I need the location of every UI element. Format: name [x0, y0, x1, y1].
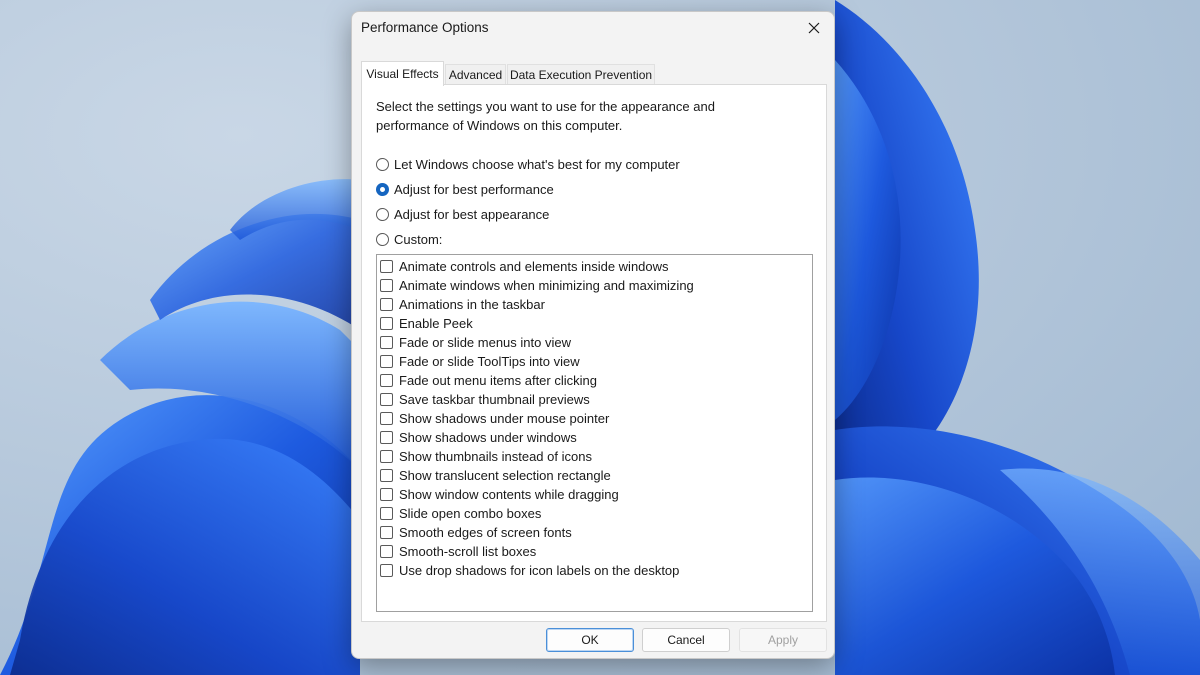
- close-button[interactable]: [798, 14, 830, 42]
- effect-smooth-fonts[interactable]: Smooth edges of screen fonts: [380, 523, 572, 542]
- effect-fade-menus[interactable]: Fade or slide menus into view: [380, 333, 571, 352]
- checkbox[interactable]: [380, 374, 393, 387]
- effect-window-shadows[interactable]: Show shadows under windows: [380, 428, 577, 447]
- tab-label: Data Execution Prevention: [509, 68, 653, 82]
- radio-label: Custom:: [394, 231, 443, 247]
- effect-label: Animations in the taskbar: [399, 297, 545, 312]
- checkbox[interactable]: [380, 260, 393, 273]
- description-line-1: Select the settings you want to use for …: [376, 99, 715, 114]
- checkbox[interactable]: [380, 279, 393, 292]
- effect-enable-peek[interactable]: Enable Peek: [380, 314, 473, 333]
- tab-data-execution-prevention[interactable]: Data Execution Prevention: [507, 64, 655, 85]
- checkbox[interactable]: [380, 564, 393, 577]
- checkbox[interactable]: [380, 393, 393, 406]
- effect-label: Save taskbar thumbnail previews: [399, 392, 590, 407]
- effect-label: Fade or slide ToolTips into view: [399, 354, 580, 369]
- radio-button[interactable]: [376, 157, 389, 171]
- effect-translucent-selection[interactable]: Show translucent selection rectangle: [380, 466, 611, 485]
- checkbox[interactable]: [380, 450, 393, 463]
- checkbox[interactable]: [380, 545, 393, 558]
- radio-label: Adjust for best appearance: [394, 206, 550, 222]
- description: Select the settings you want to use for …: [376, 97, 776, 135]
- effect-label: Smooth-scroll list boxes: [399, 544, 537, 559]
- visual-effects-list[interactable]: Animate controls and elements inside win…: [376, 254, 813, 612]
- title-bar[interactable]: Performance Options: [352, 12, 834, 46]
- effect-label: Fade out menu items after clicking: [399, 373, 597, 388]
- checkbox[interactable]: [380, 507, 393, 520]
- radio-button-selected[interactable]: [376, 182, 389, 196]
- window-title: Performance Options: [361, 20, 489, 35]
- ok-button[interactable]: OK: [546, 628, 634, 652]
- checkbox[interactable]: [380, 469, 393, 482]
- description-line-2: performance of Windows on this computer.: [376, 118, 623, 133]
- performance-options-dialog: Performance Options Visual Effects Advan…: [351, 11, 835, 659]
- effect-label: Animate controls and elements inside win…: [399, 259, 669, 274]
- effect-label: Show thumbnails instead of icons: [399, 449, 592, 464]
- effect-label: Show window contents while dragging: [399, 487, 619, 502]
- checkbox[interactable]: [380, 298, 393, 311]
- effect-animate-controls[interactable]: Animate controls and elements inside win…: [380, 257, 669, 276]
- effect-label: Animate windows when minimizing and maxi…: [399, 278, 694, 293]
- effect-fade-menu-items[interactable]: Fade out menu items after clicking: [380, 371, 597, 390]
- checkbox[interactable]: [380, 355, 393, 368]
- effect-label: Show translucent selection rectangle: [399, 468, 611, 483]
- effect-label: Fade or slide menus into view: [399, 335, 571, 350]
- effect-slide-combo-boxes[interactable]: Slide open combo boxes: [380, 504, 541, 523]
- effect-taskbar-thumbnails[interactable]: Save taskbar thumbnail previews: [380, 390, 590, 409]
- effect-icon-label-shadows[interactable]: Use drop shadows for icon labels on the …: [380, 561, 679, 580]
- radio-let-windows-choose[interactable]: Let Windows choose what's best for my co…: [376, 154, 680, 174]
- tab-visual-effects[interactable]: Visual Effects: [361, 61, 444, 86]
- effect-label: Enable Peek: [399, 316, 473, 331]
- tab-label: Advanced: [448, 68, 503, 82]
- visual-effects-panel: Select the settings you want to use for …: [361, 84, 827, 622]
- effect-animate-windows[interactable]: Animate windows when minimizing and maxi…: [380, 276, 694, 295]
- checkbox[interactable]: [380, 526, 393, 539]
- effect-label: Slide open combo boxes: [399, 506, 542, 521]
- radio-custom[interactable]: Custom:: [376, 229, 442, 249]
- radio-label: Let Windows choose what's best for my co…: [394, 156, 680, 172]
- effect-taskbar-animations[interactable]: Animations in the taskbar: [380, 295, 545, 314]
- radio-button[interactable]: [376, 207, 389, 221]
- tab-advanced[interactable]: Advanced: [445, 64, 506, 85]
- effect-fade-tooltips[interactable]: Fade or slide ToolTips into view: [380, 352, 580, 371]
- radio-label: Adjust for best performance: [394, 181, 554, 197]
- cancel-button[interactable]: Cancel: [642, 628, 730, 652]
- effect-label: Use drop shadows for icon labels on the …: [399, 563, 680, 578]
- effect-label: Smooth edges of screen fonts: [399, 525, 572, 540]
- checkbox[interactable]: [380, 431, 393, 444]
- apply-button[interactable]: Apply: [739, 628, 827, 652]
- checkbox[interactable]: [380, 336, 393, 349]
- effect-smooth-scroll[interactable]: Smooth-scroll list boxes: [380, 542, 536, 561]
- checkbox[interactable]: [380, 412, 393, 425]
- radio-button[interactable]: [376, 232, 389, 246]
- radio-best-appearance[interactable]: Adjust for best appearance: [376, 204, 549, 224]
- close-icon: [808, 22, 820, 34]
- tab-label: Visual Effects: [366, 67, 439, 81]
- radio-best-performance[interactable]: Adjust for best performance: [376, 179, 554, 199]
- effect-pointer-shadows[interactable]: Show shadows under mouse pointer: [380, 409, 609, 428]
- effect-label: Show shadows under mouse pointer: [399, 411, 610, 426]
- effect-window-contents-dragging[interactable]: Show window contents while dragging: [380, 485, 619, 504]
- checkbox[interactable]: [380, 317, 393, 330]
- effect-show-thumbnails[interactable]: Show thumbnails instead of icons: [380, 447, 592, 466]
- effect-label: Show shadows under windows: [399, 430, 577, 445]
- checkbox[interactable]: [380, 488, 393, 501]
